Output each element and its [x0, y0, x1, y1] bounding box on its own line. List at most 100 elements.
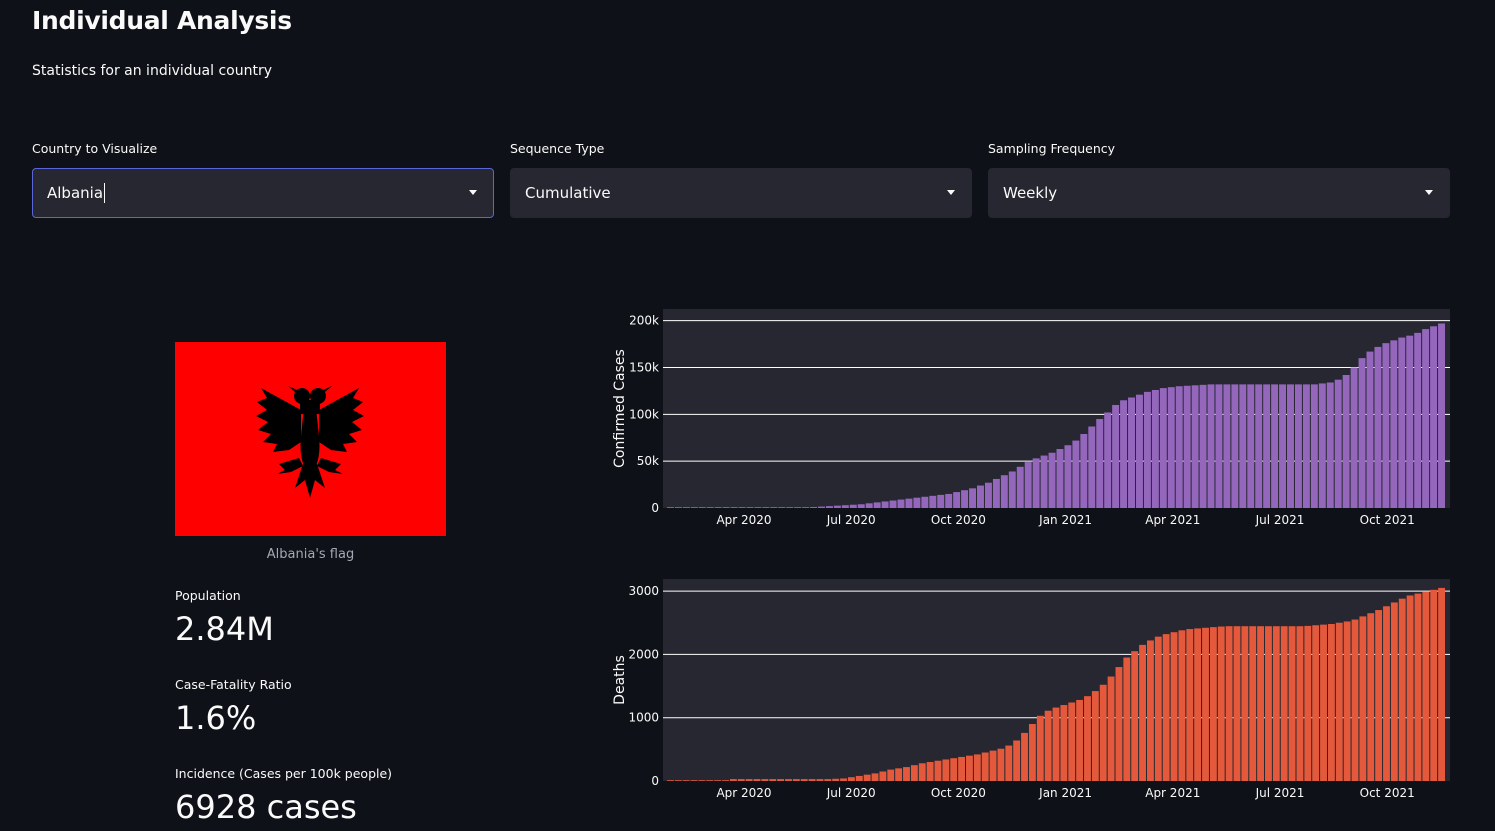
chevron-down-icon[interactable] [947, 190, 955, 195]
cases-bar[interactable] [961, 490, 969, 508]
deaths-bar[interactable] [910, 765, 918, 781]
sequence-type-select[interactable]: Cumulative [510, 168, 972, 218]
deaths-bar[interactable] [1099, 684, 1107, 781]
deaths-bar[interactable] [753, 779, 761, 781]
deaths-bar[interactable] [1005, 745, 1013, 781]
cases-bar[interactable] [1128, 397, 1135, 508]
cases-bar[interactable] [1390, 340, 1398, 508]
deaths-bar[interactable] [1091, 691, 1099, 781]
deaths-bar[interactable] [824, 779, 832, 781]
cases-bar[interactable] [1199, 384, 1207, 508]
deaths-bar[interactable] [1398, 598, 1406, 781]
cases-bar[interactable] [794, 507, 802, 508]
deaths-bar[interactable] [1241, 626, 1249, 781]
cases-bar[interactable] [937, 494, 945, 508]
deaths-bar[interactable] [1272, 626, 1280, 781]
deaths-bar[interactable] [1209, 627, 1217, 781]
deaths-bar[interactable] [1178, 630, 1186, 781]
deaths-bar[interactable] [832, 778, 840, 781]
deaths-bar[interactable] [934, 760, 942, 781]
deaths-bar[interactable] [1076, 699, 1084, 781]
cases-bar[interactable] [1215, 384, 1223, 508]
deaths-bar[interactable] [855, 775, 863, 781]
cases-bar[interactable] [992, 478, 1000, 508]
chevron-down-icon[interactable] [469, 190, 477, 195]
cases-bar[interactable] [841, 505, 849, 508]
deaths-bar[interactable] [1335, 622, 1343, 781]
deaths-bar[interactable] [1123, 657, 1131, 781]
deaths-bar[interactable] [1375, 610, 1383, 781]
deaths-bar[interactable] [1351, 619, 1359, 781]
deaths-bar[interactable] [1390, 602, 1398, 781]
deaths-bar[interactable] [989, 750, 997, 781]
cases-bar[interactable] [730, 507, 738, 508]
cases-bar[interactable] [1000, 475, 1008, 508]
cases-bar[interactable] [1414, 332, 1422, 508]
deaths-bar[interactable] [690, 780, 698, 781]
deaths-bar[interactable] [667, 780, 674, 781]
cases-bar[interactable] [1263, 384, 1271, 508]
cases-bar[interactable] [1302, 384, 1310, 508]
cases-bar[interactable] [1143, 391, 1151, 508]
deaths-bar[interactable] [674, 780, 682, 781]
cases-bar[interactable] [1072, 440, 1080, 508]
cases-bar[interactable] [1398, 337, 1406, 508]
deaths-bar[interactable] [973, 754, 981, 781]
deaths-bar[interactable] [1438, 587, 1445, 781]
cases-bar[interactable] [1255, 384, 1263, 508]
cases-bar[interactable] [921, 496, 929, 508]
deaths-bar[interactable] [737, 779, 745, 781]
cases-bar[interactable] [1024, 462, 1032, 508]
deaths-bar[interactable] [769, 779, 777, 781]
cases-bar[interactable] [1191, 385, 1199, 508]
cases-bar[interactable] [818, 506, 825, 508]
cases-bar[interactable] [1247, 384, 1255, 508]
cases-bar[interactable] [682, 507, 690, 508]
cases-bar[interactable] [881, 501, 889, 508]
deaths-bar[interactable] [1170, 632, 1178, 781]
deaths-bar[interactable] [887, 769, 895, 781]
cases-bar[interactable] [1112, 404, 1120, 508]
cases-bar[interactable] [969, 488, 977, 508]
cases-bar[interactable] [1358, 358, 1366, 508]
deaths-bar[interactable] [1359, 616, 1367, 781]
deaths-bar[interactable] [1115, 667, 1123, 781]
cases-bar[interactable] [1008, 471, 1016, 508]
deaths-bar[interactable] [1162, 634, 1170, 781]
cases-bar[interactable] [945, 493, 953, 508]
deaths-bar[interactable] [1367, 613, 1375, 781]
deaths-bar[interactable] [1028, 724, 1036, 781]
deaths-bar[interactable] [1304, 625, 1312, 781]
cases-bar[interactable] [953, 492, 961, 508]
deaths-bar[interactable] [1060, 705, 1068, 781]
cases-bar[interactable] [1271, 384, 1279, 508]
cases-bar[interactable] [849, 504, 857, 508]
deaths-bar[interactable] [903, 767, 910, 781]
deaths-bar[interactable] [895, 768, 903, 781]
deaths-bar[interactable] [1021, 732, 1028, 781]
cases-bar[interactable] [913, 497, 921, 508]
deaths-bar[interactable] [1280, 626, 1288, 781]
deaths-bar[interactable] [1383, 606, 1390, 781]
deaths-bar[interactable] [792, 779, 800, 781]
deaths-bar[interactable] [1257, 626, 1265, 781]
deaths-bar[interactable] [1146, 640, 1154, 781]
cases-bar[interactable] [1159, 388, 1167, 508]
cases-bar[interactable] [1326, 382, 1334, 508]
cases-bar[interactable] [1334, 379, 1342, 508]
cases-bar[interactable] [1430, 326, 1438, 508]
cases-bar[interactable] [1040, 455, 1048, 508]
cases-bar[interactable] [1287, 384, 1294, 508]
deaths-bar[interactable] [847, 777, 855, 781]
deaths-bar[interactable] [777, 779, 785, 781]
cases-bar[interactable] [722, 507, 730, 508]
cases-bar[interactable] [1406, 335, 1414, 508]
deaths-bar[interactable] [1406, 595, 1414, 781]
deaths-bar[interactable] [1068, 702, 1076, 781]
deaths-bar[interactable] [816, 779, 824, 781]
deaths-bar[interactable] [1202, 627, 1209, 781]
cases-bar[interactable] [1310, 384, 1318, 508]
deaths-bar[interactable] [1296, 626, 1304, 781]
cases-bar[interactable] [1422, 329, 1430, 508]
cases-bar[interactable] [1135, 394, 1143, 508]
